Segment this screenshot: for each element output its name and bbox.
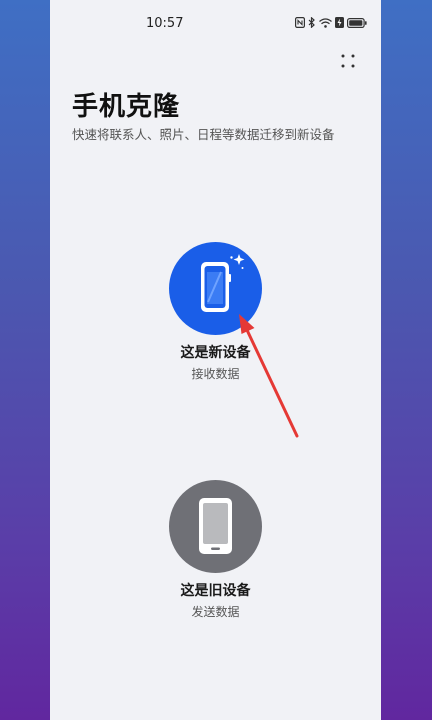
new-device-subtitle: 接收数据 xyxy=(191,367,240,381)
page-title: 手机克隆 xyxy=(72,92,181,122)
more-grid-icon xyxy=(341,54,355,68)
status-bar: 10:57 xyxy=(50,0,381,46)
new-device-option[interactable]: 这是新设备 接收数据 xyxy=(50,242,381,382)
new-device-title: 这是新设备 xyxy=(180,345,251,361)
status-time: 10:57 xyxy=(146,16,184,31)
old-device-option[interactable]: 这是旧设备 发送数据 xyxy=(50,480,381,620)
phone-screen: 10:57 手机克隆 快速将联系人、照片、日程等数据迁移到新设备 这是新设备 接… xyxy=(50,0,381,720)
old-device-subtitle: 发送数据 xyxy=(191,605,240,619)
new-phone-icon xyxy=(201,254,245,312)
new-device-button[interactable] xyxy=(169,242,262,335)
battery-icon xyxy=(347,17,367,28)
old-device-title: 这是旧设备 xyxy=(180,583,251,599)
more-options-button[interactable] xyxy=(339,52,357,70)
nfc-icon xyxy=(295,17,305,28)
page-subtitle: 快速将联系人、照片、日程等数据迁移到新设备 xyxy=(72,127,335,142)
wifi-icon xyxy=(319,17,332,28)
status-icons xyxy=(295,17,367,28)
old-phone-icon xyxy=(199,498,232,554)
bluetooth-icon xyxy=(308,17,316,28)
old-device-button[interactable] xyxy=(169,480,262,573)
battery-saver-icon xyxy=(335,17,344,28)
